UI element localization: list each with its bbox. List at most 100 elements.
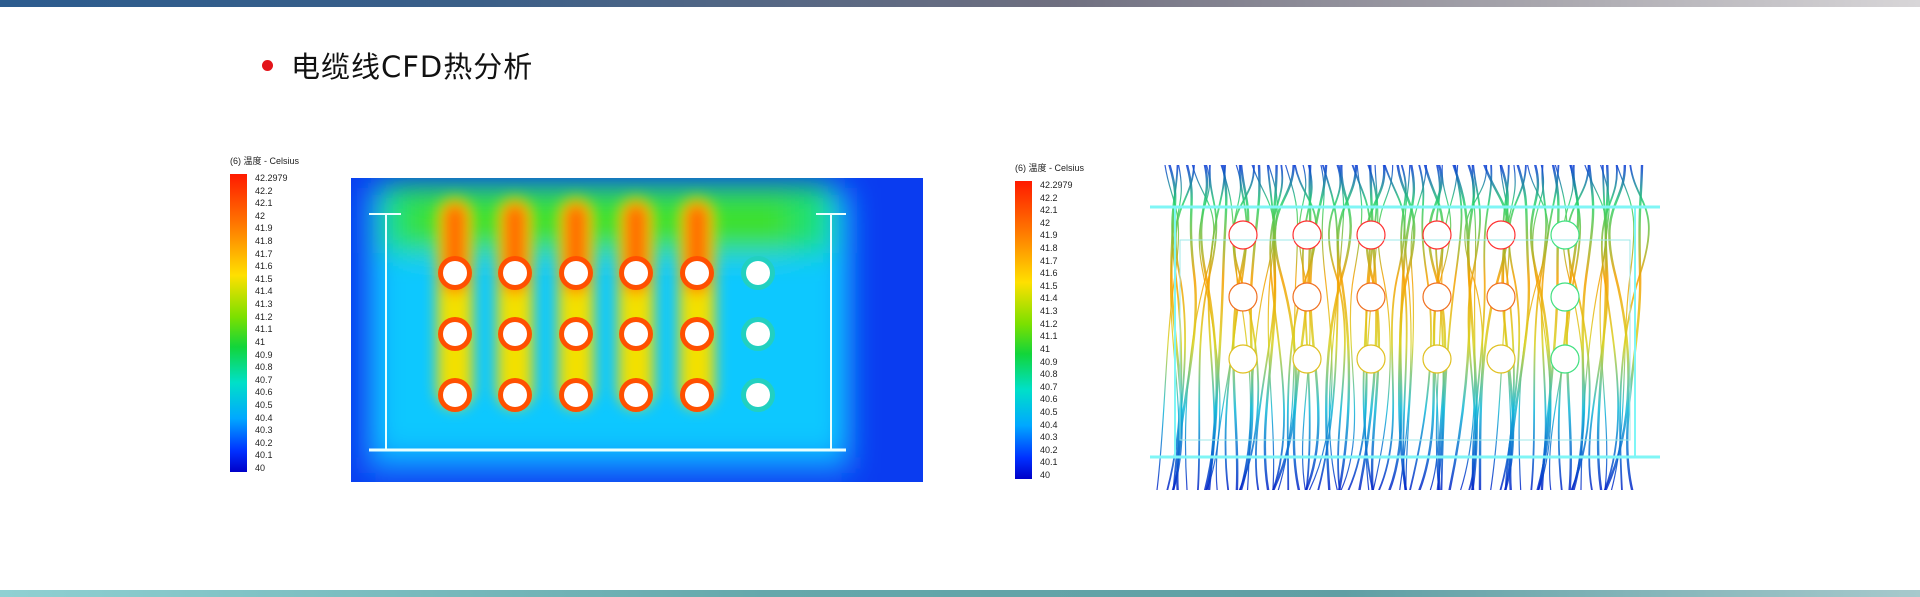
cable-ring xyxy=(1356,344,1386,374)
cable-ring xyxy=(1422,220,1452,250)
legend-tick-label: 40.8 xyxy=(1040,369,1058,380)
top-accent-bar xyxy=(0,0,1920,7)
legend-tick-label: 41.1 xyxy=(1040,331,1058,342)
legend-tick-label: 41.6 xyxy=(1040,268,1058,279)
streamline xyxy=(1540,165,1560,490)
legend-tick-label: 41 xyxy=(1040,343,1051,354)
legend-tick-label: 40.6 xyxy=(1040,394,1058,405)
cable-ring xyxy=(1292,282,1322,312)
cable-ring xyxy=(1486,282,1516,312)
legend-tick-labels: 42.2979 42.2 42.1 42 41.9 41.8 41.7 41.6 41.5 41.… xyxy=(1040,180,1100,480)
legend-tick-label: 40.2 xyxy=(255,437,273,448)
legend-tick-label: 40.5 xyxy=(1040,406,1058,417)
legend-tick-label: 41.5 xyxy=(255,273,273,284)
legend-tick-label: 40.1 xyxy=(255,450,273,461)
cable-cross-section xyxy=(503,322,527,346)
legend-tick-label: 41.8 xyxy=(1040,243,1058,254)
temperature-legend-left: (6) 温度 - Celsius 42.2979 42.2 42.1 42 41.9 41… xyxy=(230,154,320,476)
legend-tick-label: 42.2 xyxy=(255,185,273,196)
temperature-contour-plot xyxy=(351,178,923,482)
slide-heading: 电缆线CFD热分析 xyxy=(262,44,533,86)
cable-ring xyxy=(1550,344,1580,374)
cable-cross-section xyxy=(685,322,709,346)
legend-tick-label: 41.1 xyxy=(255,324,273,335)
legend-tick-label: 42 xyxy=(255,210,266,221)
cable-ring xyxy=(1356,282,1386,312)
cable-cross-section xyxy=(746,322,770,346)
cable-ring xyxy=(1550,220,1580,250)
legend-tick-label: 40.4 xyxy=(1040,419,1058,430)
legend-color-scale xyxy=(1015,181,1032,479)
legend-tick-label: 41.3 xyxy=(255,299,273,310)
legend-tick-label: 41.2 xyxy=(255,311,273,322)
legend-tick-label: 42.1 xyxy=(255,198,273,209)
legend-title: (6) 温度 - Celsius xyxy=(1015,163,1085,173)
cable-ring xyxy=(1422,344,1452,374)
cable-ring xyxy=(1550,282,1580,312)
streamline-plot xyxy=(1150,165,1660,490)
cable-ring xyxy=(1228,344,1258,374)
legend-tick-label: 40.6 xyxy=(255,387,273,398)
bottom-accent-bar xyxy=(0,590,1920,597)
legend-tick-label: 41.6 xyxy=(255,261,273,272)
legend-tick-label: 41.4 xyxy=(255,286,273,297)
legend-tick-label: 42.1 xyxy=(1040,205,1058,216)
legend-tick-label: 41.7 xyxy=(1040,255,1058,266)
legend-tick-label: 41.4 xyxy=(1040,293,1058,304)
cable-cross-section xyxy=(443,261,467,285)
legend-tick-label: 41.9 xyxy=(1040,230,1058,241)
cable-ring xyxy=(1228,282,1258,312)
cable-ring xyxy=(1292,220,1322,250)
legend-tick-label: 40.3 xyxy=(255,425,273,436)
legend-tick-label: 42.2 xyxy=(1040,192,1058,203)
legend-tick-label: 40 xyxy=(255,463,266,473)
cable-cross-section xyxy=(503,383,527,407)
legend-tick-label: 40.3 xyxy=(1040,432,1058,443)
legend-tick-label: 42 xyxy=(1040,217,1051,228)
cable-cross-section xyxy=(564,261,588,285)
cable-cross-section xyxy=(564,322,588,346)
cable-ring xyxy=(1422,282,1452,312)
legend-tick-label: 40.7 xyxy=(255,374,273,385)
legend-tick-labels: 42.2979 42.2 42.1 42 41.9 41.8 41.7 41.6 41.5 41.… xyxy=(255,173,315,473)
cable-cross-section xyxy=(443,322,467,346)
cable-ring xyxy=(1356,220,1386,250)
cable-cross-section xyxy=(503,261,527,285)
legend-tick-label: 42.2979 xyxy=(255,173,288,183)
cable-cross-section xyxy=(443,383,467,407)
cable-cross-section xyxy=(685,261,709,285)
legend-tick-label: 41.8 xyxy=(255,236,273,247)
cable-ring xyxy=(1228,220,1258,250)
legend-tick-label: 41.9 xyxy=(255,223,273,234)
cable-cross-section xyxy=(624,322,648,346)
streamline xyxy=(1448,165,1471,490)
legend-tick-label: 40.4 xyxy=(255,412,273,423)
legend-tick-label: 40 xyxy=(1040,470,1051,480)
cable-ring xyxy=(1292,344,1322,374)
legend-tick-label: 40.9 xyxy=(1040,356,1058,367)
cable-cross-section xyxy=(746,261,770,285)
cable-cross-section xyxy=(564,383,588,407)
cable-cross-section xyxy=(685,383,709,407)
legend-tick-label: 41 xyxy=(255,336,266,347)
legend-tick-label: 40.9 xyxy=(255,349,273,360)
cable-cross-section xyxy=(624,383,648,407)
temperature-legend-right: (6) 温度 - Celsius 42.2979 42.2 42.1 42 41.9 41… xyxy=(1015,161,1105,483)
cable-ring xyxy=(1486,344,1516,374)
legend-tick-label: 41.3 xyxy=(1040,306,1058,317)
bullet-dot-icon xyxy=(262,59,273,71)
streamline xyxy=(1317,165,1339,490)
legend-color-scale xyxy=(230,174,247,472)
legend-tick-label: 41.2 xyxy=(1040,318,1058,329)
legend-tick-label: 40.1 xyxy=(1040,457,1058,468)
cable-ring xyxy=(1486,220,1516,250)
legend-tick-label: 41.5 xyxy=(1040,280,1058,291)
legend-tick-label: 40.5 xyxy=(255,399,273,410)
legend-tick-label: 40.7 xyxy=(1040,381,1058,392)
legend-tick-label: 41.7 xyxy=(255,248,273,259)
streamline xyxy=(1504,165,1527,490)
legend-tick-label: 42.2979 xyxy=(1040,180,1073,190)
legend-tick-label: 40.2 xyxy=(1040,444,1058,455)
cable-cross-section xyxy=(746,383,770,407)
slide-title: 电缆线CFD热分析 xyxy=(291,50,534,84)
